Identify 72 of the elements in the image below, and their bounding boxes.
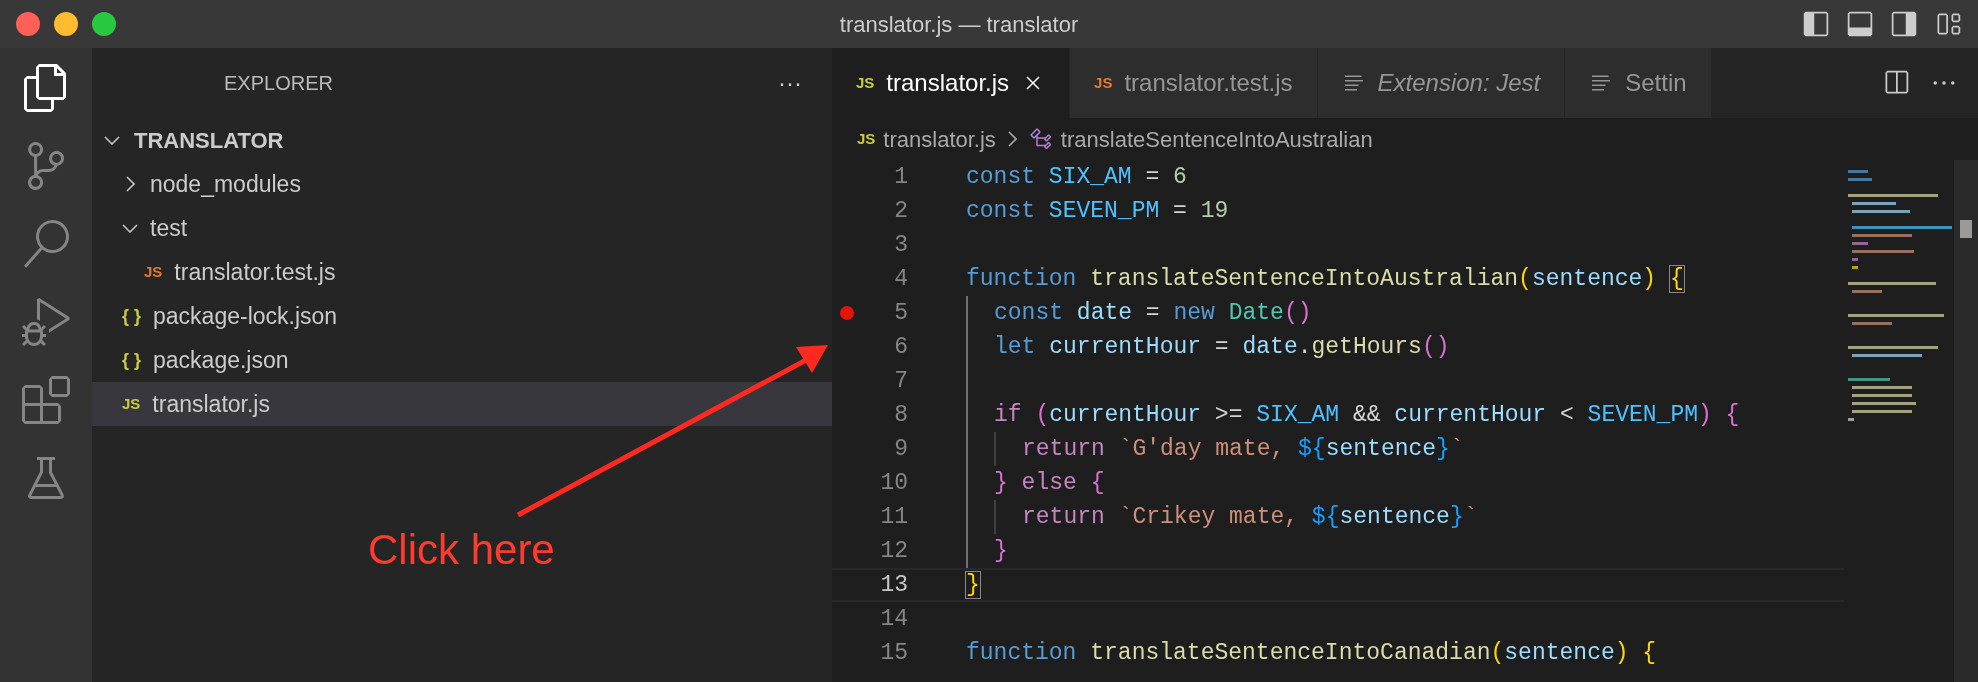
file-name: package.json: [153, 345, 289, 375]
breadcrumb-symbol[interactable]: translateSentenceIntoAustralian: [1060, 122, 1373, 156]
chevron-down-icon: [104, 135, 120, 145]
line-number: 10: [879, 468, 908, 498]
search-icon[interactable]: [22, 220, 70, 268]
file-name: test: [150, 213, 188, 243]
toggle-secondary-sidebar-icon[interactable]: [1890, 10, 1918, 38]
line-number: 11: [879, 502, 908, 532]
chevron-down-icon: [122, 223, 138, 233]
breadcrumb-file[interactable]: translator.js: [883, 122, 996, 156]
code-line: }: [966, 570, 980, 600]
code-line: const SEVEN_PM = 19: [966, 196, 1229, 226]
file-name: translator.test.js: [174, 257, 336, 287]
annotation-text: Click here: [368, 525, 555, 575]
code-line: }: [994, 536, 1008, 566]
json-file-icon: { }: [122, 346, 141, 374]
code-line: function translateSentenceIntoCanadian(sentence) {: [966, 638, 1657, 668]
js-file-icon: JS: [122, 392, 141, 416]
line-number: 3: [893, 230, 908, 260]
sidebar-title: EXPLORER: [224, 71, 333, 96]
zoom-window-button[interactable]: [92, 12, 116, 36]
code-line: let currentHour = date.getHours(): [994, 332, 1450, 362]
code-line: return `Crikey mate, ${sentence}`: [1022, 502, 1478, 532]
line-number: 8: [893, 400, 908, 430]
file-name: package-lock.json: [153, 301, 338, 331]
folder-row[interactable]: node_modules: [92, 162, 832, 206]
file-name: translator.js: [152, 389, 270, 419]
file-name: node_modules: [150, 169, 301, 199]
file-row[interactable]: { } package.json: [92, 338, 832, 382]
line-number: 5: [893, 298, 908, 328]
code-line: const date = new Date(): [994, 298, 1312, 328]
line-number: 12: [879, 536, 908, 566]
json-file-icon: { }: [122, 302, 141, 330]
js-file-icon: JS: [856, 71, 875, 95]
line-number: 14: [879, 604, 908, 634]
editor-tab[interactable]: JS translator.test.js: [1070, 48, 1318, 118]
line-number: 9: [893, 434, 908, 464]
line-number: 7: [893, 366, 908, 396]
code-line: const SIX_AM = 6: [966, 162, 1187, 192]
js-file-icon: JS: [1094, 71, 1113, 95]
line-number: 4: [893, 264, 908, 294]
close-window-button[interactable]: [16, 12, 40, 36]
line-number: 2: [893, 196, 908, 226]
editor-tab[interactable]: JS translator.js: [832, 48, 1071, 118]
run-debug-icon[interactable]: [22, 298, 70, 346]
js-file-icon: JS: [144, 260, 163, 284]
line-number: 13: [879, 570, 908, 600]
root-folder-name: TRANSLATOR: [134, 126, 284, 155]
chevron-right-icon: [125, 176, 135, 192]
file-row[interactable]: JS translator.js: [92, 382, 832, 426]
code-line: return `G'day mate, ${sentence}`: [1022, 434, 1464, 464]
line-number: 15: [879, 638, 908, 668]
more-actions-button[interactable]: ···: [778, 71, 802, 95]
root-folder-row[interactable]: TRANSLATOR: [92, 118, 832, 162]
folder-row[interactable]: test: [92, 206, 832, 250]
editor-tab[interactable]: Extension: Jest: [1317, 48, 1566, 118]
code-line: } else {: [994, 468, 1105, 498]
minimize-window-button[interactable]: [54, 12, 78, 36]
file-row[interactable]: { } package-lock.json: [92, 294, 832, 338]
chevron-right-icon: [1007, 131, 1017, 147]
toggle-panel-icon[interactable]: [1846, 10, 1874, 38]
window-title: translator.js — translator: [838, 10, 1080, 39]
code-line: if (currentHour >= SIX_AM && currentHour < SEVEN_PM) {: [994, 400, 1740, 430]
line-number: 1: [893, 162, 908, 192]
js-file-icon: JS: [857, 127, 876, 151]
code-line: function translateSentenceIntoAustralian(sentence) {: [966, 264, 1684, 294]
scrollbar-thumb[interactable]: [1960, 220, 1972, 238]
toggle-sidebar-icon[interactable]: [1802, 10, 1830, 38]
file-row[interactable]: JS translator.test.js: [92, 250, 832, 294]
line-number: 6: [893, 332, 908, 362]
editor-tab[interactable]: Settin: [1565, 48, 1712, 118]
extensions-icon[interactable]: [22, 376, 70, 424]
